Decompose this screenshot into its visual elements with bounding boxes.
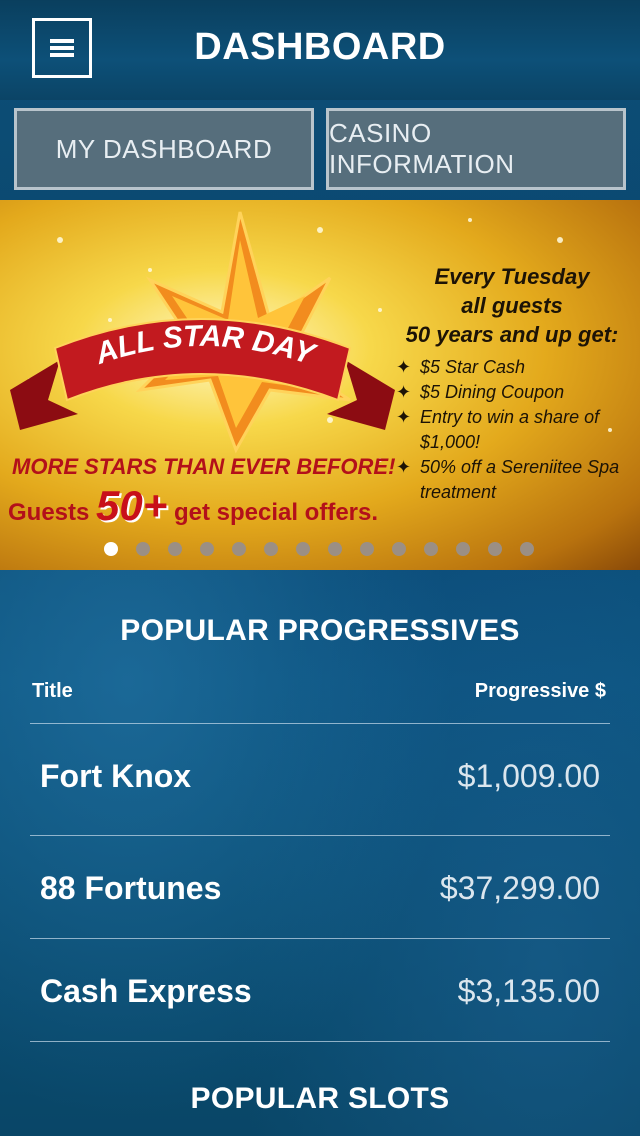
table-row[interactable]: Cash Express $3,135.00 — [30, 938, 610, 1042]
offer-text: $5 Star Cash — [420, 357, 526, 377]
sparkle-icon: ✦ — [396, 407, 412, 427]
offer-panel: Every Tuesday all guests 50 years and up… — [392, 262, 632, 505]
carousel-dot[interactable] — [360, 542, 374, 556]
headline-line: Every Tuesday — [434, 264, 590, 289]
table-row[interactable]: Fort Knox $1,009.00 — [30, 723, 610, 827]
progressive-amount: $1,009.00 — [457, 758, 600, 794]
promo-banner[interactable]: ALL STAR DAY Every Tuesday all guests 50… — [0, 200, 640, 570]
offer-list: ✦ $5 Star Cash ✦ $5 Dining Coupon ✦ Entry t… — [392, 355, 632, 505]
subtagline-pre: Guests — [8, 499, 97, 526]
subtagline-post: get special offers. — [167, 499, 379, 526]
offer-item: ✦ 50% off a Sereniitee Spa treatment — [392, 455, 632, 505]
game-name: Cash Express — [40, 973, 252, 1009]
page-title: DASHBOARD — [194, 26, 446, 68]
progressive-amount: $37,299.00 — [439, 870, 600, 906]
offer-item: ✦ Entry to win a share of $1,000! — [392, 405, 632, 455]
carousel-dot[interactable] — [264, 542, 278, 556]
carousel-dot[interactable] — [136, 542, 150, 556]
game-name: Fort Knox — [40, 758, 192, 794]
svg-text:ALL STAR DAY: ALL STAR DAY — [90, 320, 321, 372]
column-header-title: Title — [32, 680, 73, 702]
carousel-dot[interactable] — [456, 542, 470, 556]
carousel-dot[interactable] — [232, 542, 246, 556]
carousel-dot[interactable] — [296, 542, 310, 556]
section-title-progressives: POPULAR PROGRESSIVES — [120, 614, 520, 647]
offer-headline: Every Tuesday all guests 50 years and up… — [392, 262, 632, 349]
offer-text: $5 Dining Coupon — [420, 382, 565, 402]
carousel-dot[interactable] — [200, 542, 214, 556]
subtagline-age: 50+ — [96, 482, 168, 529]
app-header: DASHBOARD — [0, 0, 640, 100]
carousel-pagination — [104, 542, 534, 556]
carousel-dot[interactable] — [488, 542, 502, 556]
carousel-dot[interactable] — [424, 542, 438, 556]
carousel-dot[interactable] — [104, 542, 118, 556]
tab-bar: MY DASHBOARD CASINO INFORMATION — [14, 108, 626, 190]
carousel-dot[interactable] — [328, 542, 342, 556]
tab-casino-information[interactable]: CASINO INFORMATION — [326, 108, 626, 190]
offer-text: 50% off a Sereniitee Spa treatment — [420, 457, 620, 502]
table-row[interactable]: 88 Fortunes $37,299.00 — [30, 835, 610, 939]
carousel-dot[interactable] — [168, 542, 182, 556]
progressive-amount: $3,135.00 — [457, 973, 600, 1009]
tab-my-dashboard[interactable]: MY DASHBOARD — [14, 108, 314, 190]
carousel-dot[interactable] — [392, 542, 406, 556]
sparkle-icon: ✦ — [396, 382, 412, 402]
ribbon-text: ALL STAR DAY — [90, 320, 321, 372]
game-name: 88 Fortunes — [40, 870, 222, 906]
offer-text: Entry to win a share of $1,000! — [420, 407, 600, 452]
carousel-dot[interactable] — [520, 542, 534, 556]
offer-item: ✦ $5 Star Cash — [392, 355, 632, 380]
banner-tagline: MORE STARS THAN EVER BEFORE! — [12, 454, 396, 479]
headline-line: all guests — [461, 293, 563, 318]
offer-item: ✦ $5 Dining Coupon — [392, 380, 632, 405]
sparkle-icon: ✦ — [396, 357, 412, 377]
sparkle-icon: ✦ — [396, 457, 412, 477]
section-title-slots: POPULAR SLOTS — [190, 1082, 450, 1115]
banner-subtagline: Guests 50+ get special offers. — [8, 482, 378, 530]
column-header-progressive: Progressive $ — [474, 680, 606, 702]
headline-line: 50 years and up get: — [405, 322, 619, 347]
